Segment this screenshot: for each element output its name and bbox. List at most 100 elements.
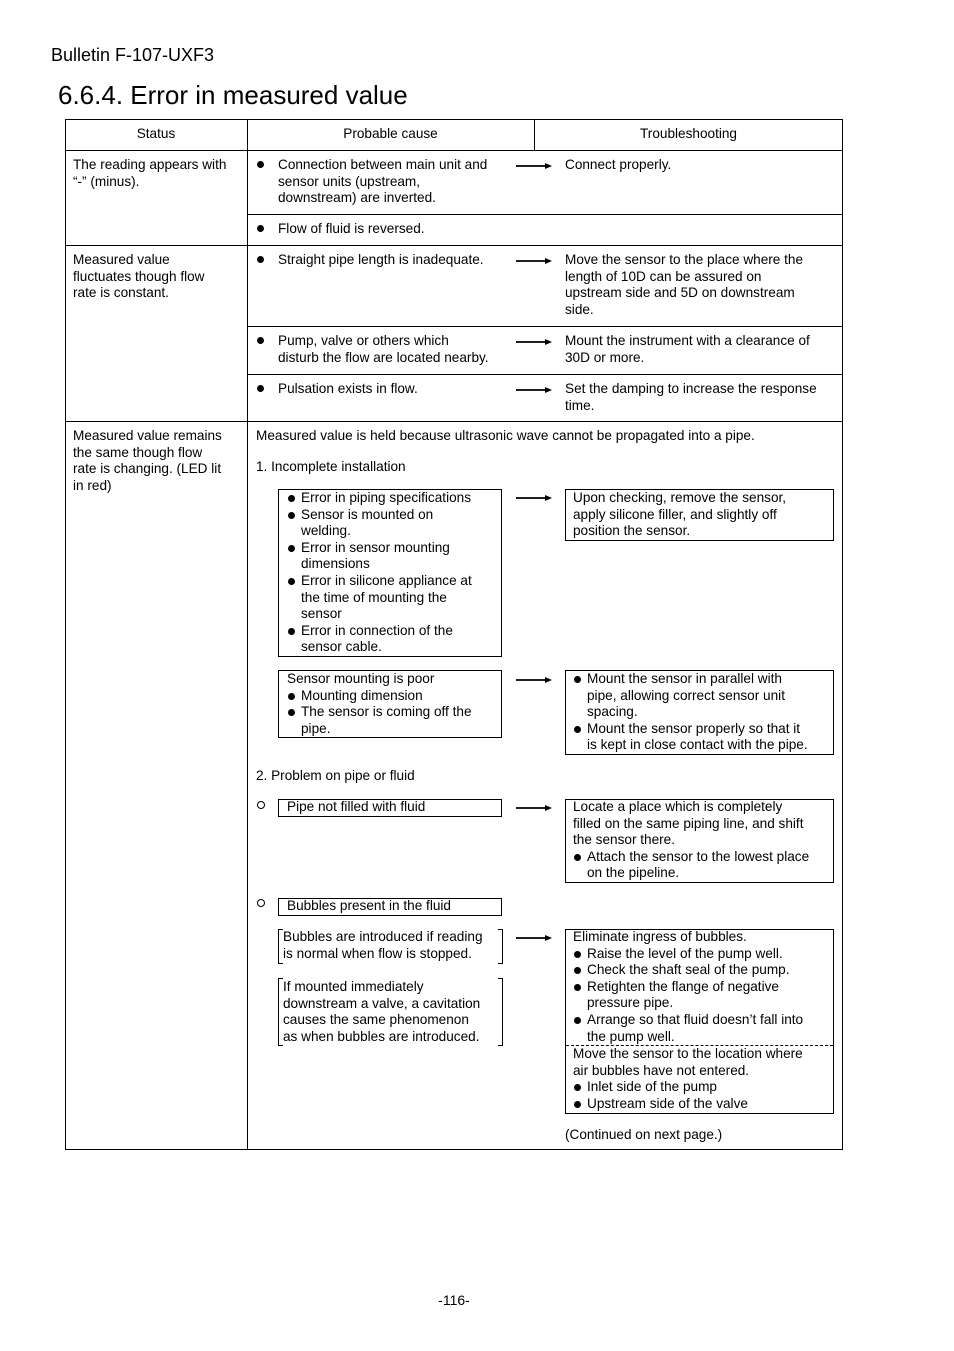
fix-item: Check the shaft seal of the pump. [573, 962, 803, 979]
bullet-icon [257, 256, 264, 263]
cause-line: downstream) are inverted. [278, 190, 436, 206]
status-line: rate is constant. [73, 285, 169, 301]
cause-item: Error in silicone appliance at the time o… [287, 573, 472, 623]
fix-text: Connect properly. [565, 157, 672, 172]
fix-text: Set the damping to increase the response… [565, 381, 817, 414]
fix-line: upstream side and 5D on downstream [565, 285, 795, 301]
arrow-right-icon [516, 495, 552, 501]
status-line: The reading appears with [73, 157, 227, 172]
cause-line: Connection between main unit and [278, 157, 488, 172]
status-cell: Measured value fluctuates though flow ra… [73, 252, 205, 302]
cause-line: sensor units (upstream, [278, 173, 421, 189]
status-line: in red) [73, 477, 112, 493]
arrow-right-icon [516, 677, 552, 683]
section-divider [65, 421, 843, 422]
cause-list: Sensor mounting is poor Mounting dimensi… [287, 671, 472, 737]
cause-item: Error in piping specifications [287, 490, 472, 507]
cause-item: Error in connection of the sensor cable. [287, 623, 472, 656]
fix-line: Eliminate ingress of bubbles. [573, 929, 747, 944]
arrow-right-icon [516, 805, 552, 811]
cause-item: Sensor is mounted on welding. [287, 507, 472, 540]
column-header-troubleshooting: Troubleshooting [640, 126, 737, 141]
fix-line: Mount the instrument with a clearance of [565, 333, 810, 348]
fix-line: apply silicone filler, and slightly off [573, 506, 777, 522]
cause-heading: Sensor mounting is poor [287, 671, 435, 686]
fix-line: position the sensor. [573, 523, 691, 539]
fix-line: Move the sensor to the location where [573, 1046, 803, 1061]
subsection-heading: 1. Incomplete installation [256, 459, 406, 474]
bullet-icon [257, 337, 264, 344]
fix-item: Attach the sensor to the lowest place on … [573, 849, 809, 882]
cause-text: Straight pipe length is inadequate. [278, 252, 484, 267]
fix-line: Locate a place which is completely [573, 799, 783, 814]
cause-item: The sensor is coming off the pipe. [287, 704, 472, 737]
note-line: causes the same phenomenon [283, 1012, 469, 1028]
fix-item: Upstream side of the valve [573, 1096, 803, 1113]
bullet-icon [257, 225, 264, 232]
fix-list: Mount the sensor in parallel with pipe, a… [573, 671, 808, 754]
fix-line: air bubbles have not entered. [573, 1062, 750, 1078]
arrow-right-icon [516, 935, 552, 941]
circle-bullet-icon [257, 899, 265, 907]
status-line: rate is changing. (LED lit [73, 461, 222, 477]
note-text: If mounted immediately downstream a valv… [283, 979, 480, 1045]
cause-list: Error in piping specifications Sensor is… [287, 490, 472, 656]
arrow-right-icon [516, 339, 552, 345]
status-cell: The reading appears with “-” (minus). [73, 157, 226, 190]
fix-item: Mount the sensor in parallel with pipe, a… [573, 671, 808, 721]
circle-bullet-icon [257, 801, 265, 809]
fix-text: Move the sensor to the place where the l… [565, 252, 803, 318]
column-header-status: Status [136, 126, 176, 141]
fix-line: time. [565, 397, 595, 413]
arrow-right-icon [516, 163, 552, 169]
note-line: Bubbles are introduced if reading [283, 929, 483, 944]
column-header-cause: Probable cause [343, 126, 438, 141]
fix-item: Inlet side of the pump [573, 1079, 803, 1096]
cause-text: Pipe not filled with fluid [287, 799, 426, 814]
bullet-icon [257, 161, 264, 168]
note-line: If mounted immediately [283, 979, 424, 994]
continued-note: (Continued on next page.) [565, 1127, 723, 1142]
cause-text: Flow of fluid is reversed. [278, 221, 425, 236]
fix-item: Raise the level of the pump well. [573, 946, 803, 963]
row-divider [247, 214, 843, 215]
fix-text: Locate a place which is completely fille… [573, 799, 809, 882]
bullet-icon [257, 385, 264, 392]
fix-line: 30D or more. [565, 349, 645, 365]
header-divider [65, 150, 843, 151]
row-divider [247, 326, 843, 327]
fix-list: Eliminate ingress of bubbles. Raise the … [573, 929, 803, 1045]
section-divider [65, 245, 843, 246]
fix-line: length of 10D can be assured on [565, 268, 762, 284]
cause-text: Connection between main unit and sensor … [278, 157, 487, 207]
fix-text: Mount the instrument with a clearance of… [565, 333, 810, 366]
status-line: Measured value remains [73, 428, 222, 443]
section-intro: Measured value is held because ultrasoni… [256, 428, 755, 443]
status-cell: Measured value remains the same though f… [73, 428, 222, 494]
note-line: as when bubbles are introduced. [283, 1028, 480, 1044]
status-line: the same though flow [73, 444, 203, 460]
status-line: Measured value [73, 252, 170, 267]
fix-item: Arrange so that fluid doesn’t fall into t… [573, 1012, 803, 1045]
fix-line: Upon checking, remove the sensor, [573, 490, 787, 505]
arrow-right-icon [516, 258, 552, 264]
arrow-right-icon [516, 387, 552, 393]
cause-line: Pump, valve or others which [278, 333, 449, 348]
cause-text: Pulsation exists in flow. [278, 381, 418, 396]
cause-line: disturb the flow are located nearby. [278, 349, 489, 365]
fix-text: Upon checking, remove the sensor, apply … [573, 490, 786, 540]
fix-item: Retighten the flange of negative pressure… [573, 979, 803, 1012]
cause-item: Error in sensor mounting dimensions [287, 540, 472, 573]
note-line: downstream a valve, a cavitation [283, 995, 481, 1011]
subsection-heading: 2. Problem on pipe or fluid [256, 768, 415, 783]
fix-item: Mount the sensor properly so that it is k… [573, 721, 808, 754]
fix-line: Set the damping to increase the response [565, 381, 817, 396]
status-line: “-” (minus). [73, 173, 140, 189]
cause-text: Bubbles present in the fluid [287, 898, 451, 913]
note-line: is normal when flow is stopped. [283, 945, 472, 961]
fix-line: filled on the same piping line, and shif… [573, 815, 804, 831]
status-column-divider [247, 119, 248, 1150]
bulletin-id: Bulletin F-107-UXF3 [51, 45, 215, 65]
cause-text: Pump, valve or others which disturb the … [278, 333, 489, 366]
fix-line: the sensor there. [573, 832, 676, 848]
